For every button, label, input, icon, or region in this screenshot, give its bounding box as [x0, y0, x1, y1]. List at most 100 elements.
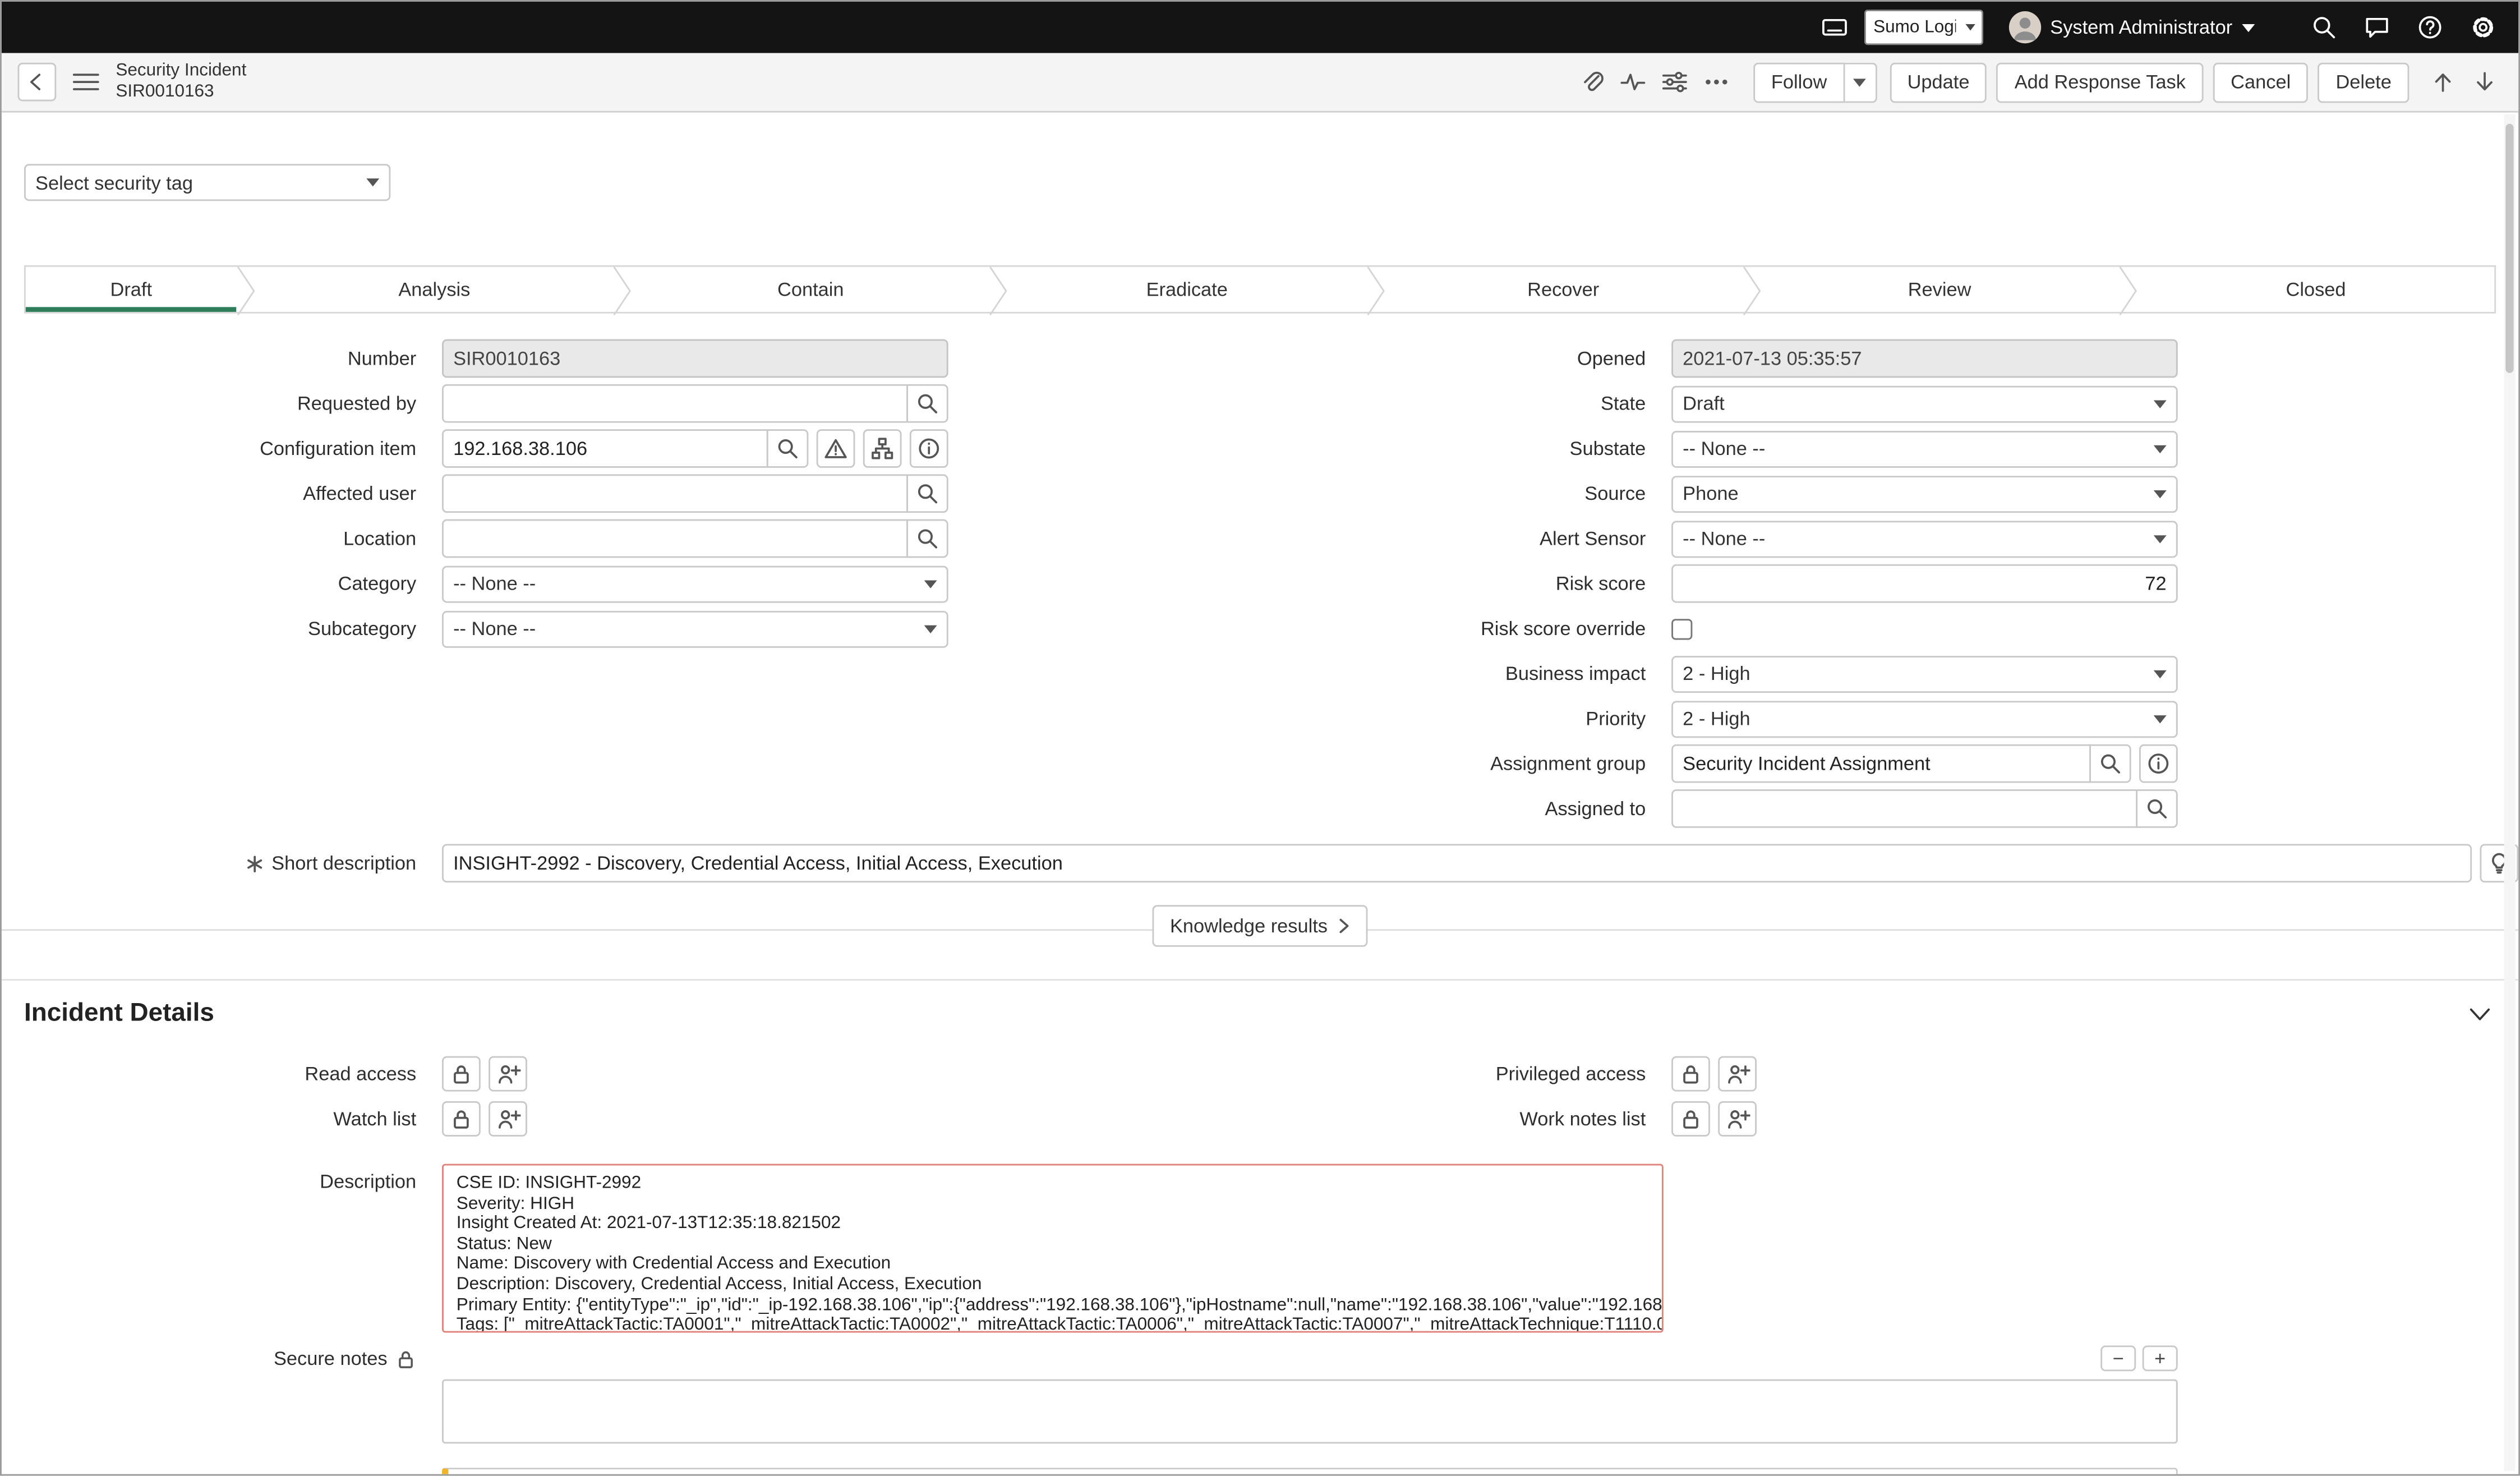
- process-flow: Draft Analysis Contain Eradicate Recover…: [24, 265, 2496, 314]
- subcategory-select[interactable]: -- None --: [442, 610, 948, 647]
- global-search-icon[interactable]: [2311, 15, 2337, 40]
- scrollbar-track[interactable]: [2504, 114, 2515, 1470]
- field-opened: Opened: [1270, 339, 2178, 378]
- reference-lookup-icon[interactable]: [906, 384, 948, 423]
- assigned-to-input[interactable]: [1671, 789, 2137, 828]
- configuration-item-input[interactable]: [442, 429, 768, 468]
- stage-review[interactable]: Review: [1761, 267, 2118, 312]
- assignment-group-input[interactable]: [1671, 744, 2091, 783]
- chevron-down-icon: [2242, 24, 2255, 31]
- location-input[interactable]: [442, 519, 908, 558]
- next-record-icon[interactable]: [2467, 63, 2503, 102]
- follow-button[interactable]: Follow: [1753, 62, 1844, 102]
- risk-score-override-checkbox[interactable]: [1671, 618, 1692, 639]
- number-input[interactable]: [442, 339, 948, 378]
- scrollbar-thumb[interactable]: [2505, 124, 2513, 373]
- more-options-icon[interactable]: [1696, 63, 1738, 102]
- description-textarea[interactable]: CSE ID: INSIGHT-2992 Severity: HIGH Insi…: [442, 1164, 1664, 1333]
- field-label: Alert Sensor: [1270, 527, 1671, 550]
- field-requested-by: Requested by: [24, 384, 948, 423]
- banner-frame-icon[interactable]: [1821, 15, 1848, 40]
- field-affected-user: Affected user: [24, 474, 948, 513]
- risk-score-input[interactable]: [1671, 564, 2178, 603]
- add-person-icon[interactable]: [1718, 1056, 1757, 1092]
- attachment-paperclip-icon[interactable]: [1570, 63, 1613, 102]
- expand-plus-button[interactable]: +: [2143, 1345, 2178, 1371]
- avatar: [2008, 11, 2040, 43]
- add-person-icon[interactable]: [1718, 1101, 1757, 1137]
- field-label: Risk score: [1270, 572, 1671, 595]
- collapse-minus-button[interactable]: −: [2100, 1345, 2136, 1371]
- field-source: Source Phone: [1270, 474, 2178, 513]
- requested-by-input[interactable]: [442, 384, 908, 423]
- priority-select[interactable]: 2 - High: [1671, 700, 2178, 737]
- reference-lookup-icon[interactable]: [906, 474, 948, 513]
- connect-chat-icon[interactable]: [2364, 15, 2390, 40]
- short-description-label: Short description: [271, 852, 416, 875]
- stage-recover[interactable]: Recover: [1385, 267, 1742, 312]
- back-button[interactable]: [18, 63, 57, 102]
- reference-lookup-icon[interactable]: [906, 519, 948, 558]
- field-label: State: [1270, 392, 1671, 415]
- source-select[interactable]: Phone: [1671, 475, 2178, 512]
- help-icon[interactable]: [2417, 15, 2443, 40]
- work-notes-textarea[interactable]: [442, 1468, 2178, 1475]
- stage-closed[interactable]: Closed: [2137, 267, 2495, 312]
- user-menu[interactable]: System Administrator: [2008, 11, 2255, 43]
- substate-select[interactable]: -- None --: [1671, 430, 2178, 467]
- field-label: Read access: [24, 1063, 442, 1085]
- short-description-input[interactable]: [442, 844, 2472, 882]
- add-person-icon[interactable]: [489, 1101, 527, 1137]
- settings-gear-icon[interactable]: [2470, 15, 2496, 40]
- field-label: Substate: [1270, 437, 1671, 459]
- field-category: Category -- None --: [24, 564, 948, 603]
- reference-lookup-icon[interactable]: [2136, 789, 2178, 828]
- update-button[interactable]: Update: [1890, 62, 1987, 102]
- knowledge-results-button[interactable]: Knowledge results: [1152, 905, 1367, 947]
- state-select[interactable]: Draft: [1671, 385, 2178, 422]
- chevron-right-icon: [1339, 918, 1350, 934]
- field-label: Work notes list: [1270, 1107, 1671, 1130]
- security-tag-select[interactable]: Select security tag: [24, 164, 390, 201]
- reference-lookup-icon[interactable]: [767, 429, 809, 468]
- follow-dropdown-button[interactable]: [1845, 62, 1877, 102]
- field-work-notes: Work notes: [24, 1468, 2518, 1475]
- category-select[interactable]: -- None --: [442, 565, 948, 602]
- previous-record-icon[interactable]: [2425, 63, 2461, 102]
- application-select[interactable]: Sumo Logic: [1864, 10, 1983, 45]
- business-impact-select[interactable]: 2 - High: [1671, 655, 2178, 692]
- add-person-icon[interactable]: [489, 1056, 527, 1092]
- reference-lookup-icon[interactable]: [2089, 744, 2131, 783]
- knowledge-results-divider: Knowledge results: [2, 905, 2518, 953]
- stage-draft[interactable]: Draft: [26, 267, 237, 312]
- form-context-menu-icon[interactable]: [69, 67, 103, 96]
- alert-sensor-select[interactable]: -- None --: [1671, 520, 2178, 557]
- field-label: Configuration item: [24, 437, 442, 459]
- field-number: Number: [24, 339, 948, 378]
- dependency-views-icon[interactable]: [863, 429, 902, 468]
- opened-input[interactable]: [1671, 339, 2178, 378]
- lock-icon[interactable]: [1671, 1101, 1710, 1137]
- lock-icon[interactable]: [442, 1056, 481, 1092]
- personalize-form-icon[interactable]: [1654, 63, 1696, 102]
- record-title: Security Incident SIR0010163: [116, 62, 246, 102]
- field-label: Source: [1270, 482, 1671, 505]
- section-collapse-icon[interactable]: [2467, 1003, 2493, 1026]
- preview-info-icon[interactable]: [2139, 744, 2178, 783]
- field-label: Privileged access: [1270, 1063, 1671, 1085]
- secure-notes-textarea[interactable]: [442, 1380, 2178, 1444]
- preview-info-icon[interactable]: [910, 429, 948, 468]
- stage-eradicate[interactable]: Eradicate: [1008, 267, 1366, 312]
- affected-user-input[interactable]: [442, 474, 908, 513]
- add-response-task-button[interactable]: Add Response Task: [1997, 62, 2203, 102]
- field-label: Category: [24, 572, 442, 595]
- stage-contain[interactable]: Contain: [632, 267, 989, 312]
- lock-icon[interactable]: [442, 1101, 481, 1137]
- activity-stream-icon[interactable]: [1612, 63, 1654, 102]
- lock-icon[interactable]: [1671, 1056, 1710, 1092]
- field-state: State Draft: [1270, 384, 2178, 423]
- warning-icon[interactable]: [817, 429, 855, 468]
- cancel-button[interactable]: Cancel: [2213, 62, 2309, 102]
- stage-analysis[interactable]: Analysis: [256, 267, 613, 312]
- delete-button[interactable]: Delete: [2318, 62, 2409, 102]
